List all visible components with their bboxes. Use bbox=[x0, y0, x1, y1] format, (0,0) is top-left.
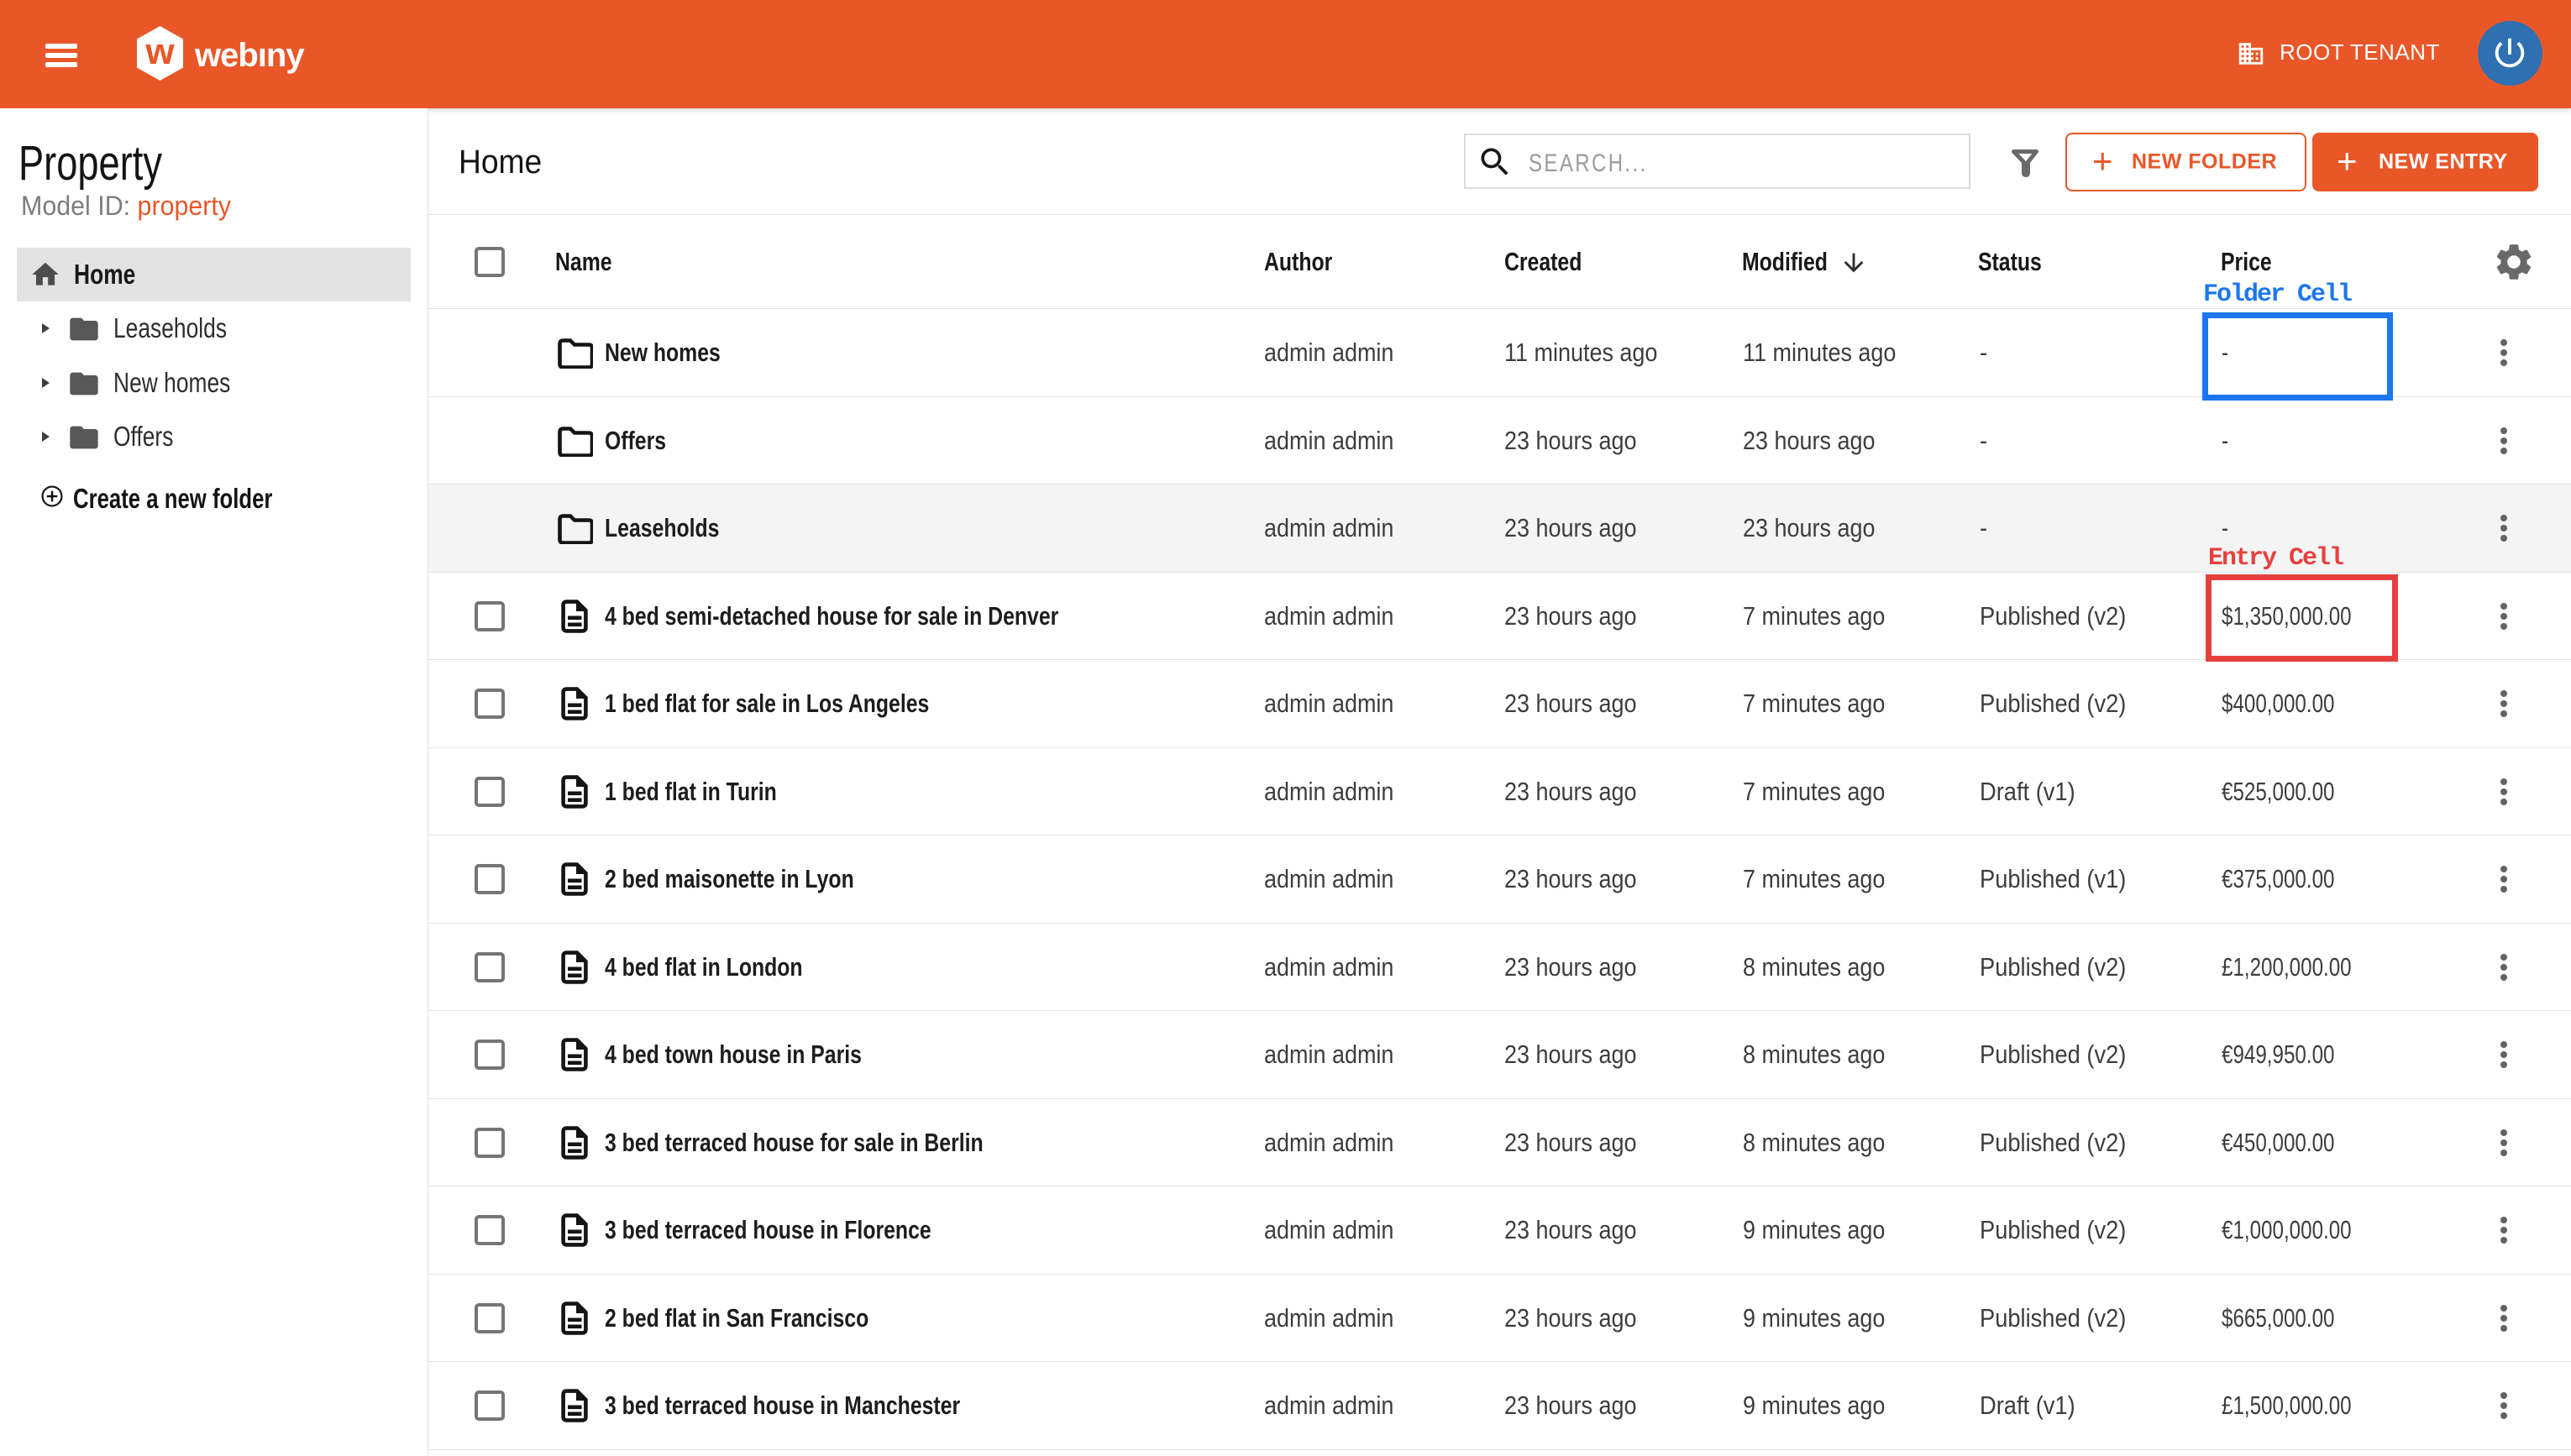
svg-text:w: w bbox=[144, 31, 175, 72]
